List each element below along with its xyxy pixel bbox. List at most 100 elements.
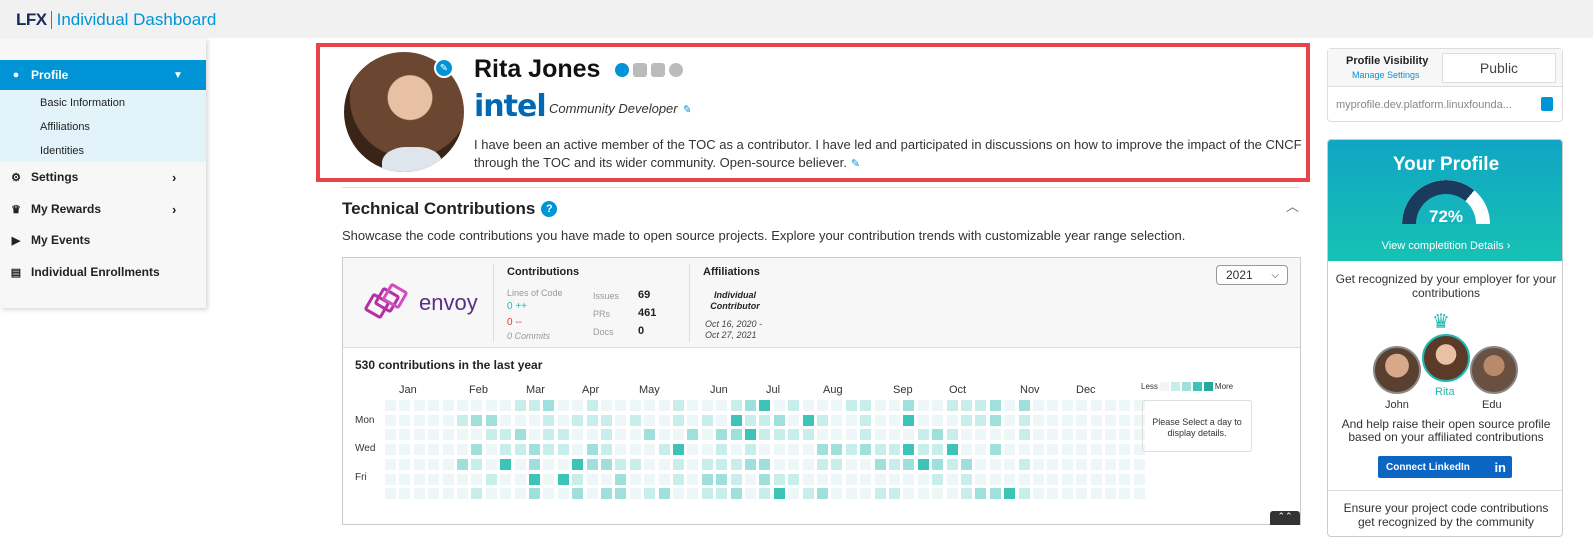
heatmap-day-cell[interactable] [572, 473, 584, 485]
heatmap-day-cell[interactable] [1133, 458, 1145, 470]
heatmap-day-cell[interactable] [529, 400, 540, 411]
heatmap-day-cell[interactable] [701, 414, 713, 426]
heatmap-day-cell[interactable] [889, 473, 900, 485]
heatmap-day-cell[interactable] [788, 473, 800, 485]
heatmap-day-cell[interactable] [1018, 488, 1030, 500]
heatmap-day-cell[interactable] [845, 458, 857, 470]
heatmap-day-cell[interactable] [629, 488, 641, 500]
heatmap-day-cell[interactable] [687, 414, 699, 426]
heatmap-day-cell[interactable] [485, 488, 497, 500]
heatmap-day-cell[interactable] [529, 458, 540, 470]
heatmap-day-cell[interactable] [845, 444, 857, 456]
heatmap-day-cell[interactable] [831, 400, 843, 411]
heatmap-day-cell[interactable] [932, 488, 944, 500]
heatmap-day-cell[interactable] [428, 473, 440, 485]
heatmap-day-cell[interactable] [1004, 473, 1016, 485]
heatmap-day-cell[interactable] [557, 488, 569, 500]
heatmap-day-cell[interactable] [975, 429, 987, 441]
edit-role-icon[interactable]: ✎ [682, 104, 691, 116]
heatmap-day-cell[interactable] [1004, 458, 1016, 470]
app-logo[interactable]: LFX Individual Dashboard [16, 10, 216, 30]
heatmap-day-cell[interactable] [759, 444, 771, 456]
heatmap-day-cell[interactable] [514, 444, 526, 456]
heatmap-day-cell[interactable] [557, 400, 569, 411]
heatmap-day-cell[interactable] [874, 400, 886, 411]
heatmap-day-cell[interactable] [946, 414, 958, 426]
heatmap-day-cell[interactable] [601, 429, 612, 441]
heatmap-day-cell[interactable] [989, 400, 1001, 411]
heatmap-day-cell[interactable] [932, 458, 944, 470]
heatmap-day-cell[interactable] [773, 429, 785, 441]
heatmap-day-cell[interactable] [989, 458, 1001, 470]
heatmap-day-cell[interactable] [1004, 400, 1016, 411]
heatmap-day-cell[interactable] [1047, 444, 1059, 456]
heatmap-day-cell[interactable] [845, 473, 857, 485]
visibility-value[interactable]: Public [1442, 53, 1556, 83]
heatmap-day-cell[interactable] [601, 458, 612, 470]
heatmap-day-cell[interactable] [543, 488, 555, 500]
heatmap-day-cell[interactable] [644, 414, 656, 426]
heatmap-day-cell[interactable] [961, 414, 972, 426]
heatmap-day-cell[interactable] [500, 458, 512, 470]
heatmap-day-cell[interactable] [413, 473, 425, 485]
heatmap-day-cell[interactable] [687, 473, 699, 485]
heatmap-day-cell[interactable] [629, 414, 641, 426]
heatmap-day-cell[interactable] [903, 488, 915, 500]
heatmap-day-cell[interactable] [1018, 400, 1030, 411]
sidebar-item-individual-enrollments[interactable]: ▤ Individual Enrollments [0, 260, 206, 284]
heatmap-day-cell[interactable] [730, 473, 742, 485]
year-select[interactable]: 2021 ⌵ [1216, 265, 1288, 285]
heatmap-day-cell[interactable] [485, 429, 497, 441]
heatmap-day-cell[interactable] [1105, 429, 1116, 441]
heatmap-day-cell[interactable] [889, 444, 900, 456]
collapse-section-icon[interactable]: ︿ [1286, 196, 1299, 215]
heatmap-day-cell[interactable] [399, 444, 411, 456]
heatmap-day-cell[interactable] [1004, 488, 1016, 500]
heatmap-day-cell[interactable] [975, 444, 987, 456]
heatmap-day-cell[interactable] [1119, 458, 1131, 470]
heatmap-day-cell[interactable] [471, 488, 483, 500]
heatmap-day-cell[interactable] [1090, 414, 1102, 426]
heatmap-day-cell[interactable] [773, 458, 785, 470]
heatmap-day-cell[interactable] [860, 473, 872, 485]
heatmap-day-cell[interactable] [442, 488, 454, 500]
heatmap-day-cell[interactable] [1119, 400, 1131, 411]
heatmap-day-cell[interactable] [1004, 429, 1016, 441]
heatmap-day-cell[interactable] [716, 429, 728, 441]
heatmap-day-cell[interactable] [457, 473, 468, 485]
heatmap-day-cell[interactable] [399, 400, 411, 411]
heatmap-day-cell[interactable] [687, 444, 699, 456]
heatmap-day-cell[interactable] [759, 429, 771, 441]
heatmap-day-cell[interactable] [946, 400, 958, 411]
heatmap-day-cell[interactable] [1033, 414, 1044, 426]
heatmap-day-cell[interactable] [428, 458, 440, 470]
heatmap-day-cell[interactable] [701, 458, 713, 470]
heatmap-day-cell[interactable] [385, 488, 396, 500]
heatmap-day-cell[interactable] [572, 458, 584, 470]
heatmap-day-cell[interactable] [1090, 444, 1102, 456]
heatmap-day-cell[interactable] [917, 444, 929, 456]
heatmap-day-cell[interactable] [413, 458, 425, 470]
heatmap-day-cell[interactable] [543, 429, 555, 441]
heatmap-day-cell[interactable] [514, 473, 526, 485]
heatmap-day-cell[interactable] [413, 444, 425, 456]
heatmap-day-cell[interactable] [572, 429, 584, 441]
heatmap-day-cell[interactable] [759, 400, 771, 411]
heatmap-day-cell[interactable] [759, 473, 771, 485]
heatmap-day-cell[interactable] [644, 444, 656, 456]
heatmap-day-cell[interactable] [471, 473, 483, 485]
heatmap-day-cell[interactable] [471, 400, 483, 411]
heatmap-day-cell[interactable] [874, 488, 886, 500]
github-icon[interactable] [615, 63, 629, 77]
heatmap-day-cell[interactable] [1047, 429, 1059, 441]
heatmap-day-cell[interactable] [845, 488, 857, 500]
heatmap-day-cell[interactable] [514, 414, 526, 426]
heatmap-day-cell[interactable] [845, 429, 857, 441]
heatmap-day-cell[interactable] [802, 444, 814, 456]
heatmap-day-cell[interactable] [917, 414, 929, 426]
heatmap-day-cell[interactable] [745, 414, 756, 426]
heatmap-day-cell[interactable] [802, 458, 814, 470]
heatmap-day-cell[interactable] [903, 414, 915, 426]
heatmap-day-cell[interactable] [889, 429, 900, 441]
heatmap-day-cell[interactable] [745, 400, 756, 411]
